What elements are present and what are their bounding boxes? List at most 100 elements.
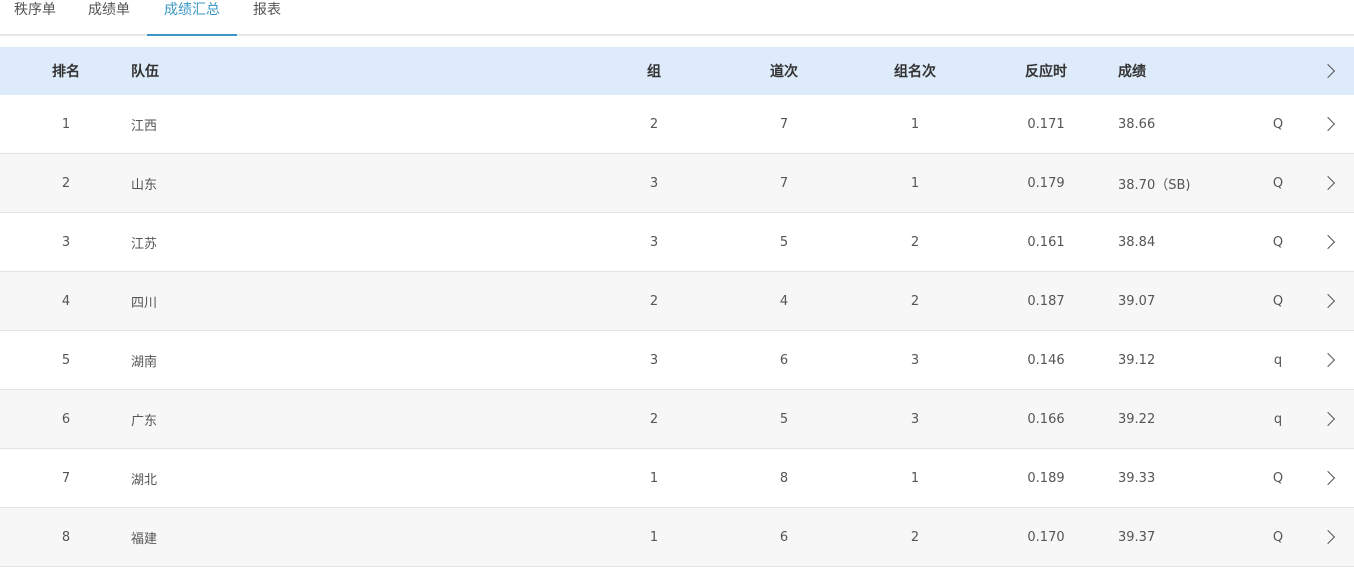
cell-team: 山东	[131, 177, 158, 193]
cell-qualifier: Q	[1272, 529, 1284, 545]
row-detail-button[interactable]	[1316, 272, 1344, 330]
table-row[interactable]: 6 广东 2 5 3 0.166 39.22 q	[0, 390, 1354, 449]
chevron-right-icon	[1320, 293, 1336, 309]
cell-reaction-time: 0.161	[1027, 234, 1065, 250]
cell-team: 四川	[131, 295, 158, 311]
cell-reaction-time: 0.189	[1027, 470, 1065, 486]
table-row[interactable]: 7 湖北 1 8 1 0.189 39.33 Q	[0, 449, 1354, 508]
row-detail-button[interactable]	[1316, 331, 1344, 389]
cell-lane: 5	[779, 411, 789, 427]
header-group-rank: 组名次	[894, 64, 936, 80]
tab-bar: 秩序单 成绩单 成绩汇总 报表	[0, 0, 1354, 36]
cell-group-rank: 3	[910, 411, 920, 427]
row-detail-button[interactable]	[1316, 508, 1344, 566]
cell-reaction-time: 0.146	[1027, 352, 1065, 368]
cell-group: 3	[649, 352, 659, 368]
tab-start-list[interactable]: 秩序单	[12, 0, 58, 36]
cell-rank: 8	[61, 529, 71, 545]
tab-result-summary[interactable]: 成绩汇总	[161, 0, 223, 36]
cell-team: 江西	[131, 118, 158, 134]
active-tab-indicator	[147, 34, 237, 36]
table-row[interactable]: 2 山东 3 7 1 0.179 38.70（SB) Q	[0, 154, 1354, 213]
chevron-right-icon	[1320, 352, 1336, 368]
cell-group-rank: 1	[910, 470, 920, 486]
cell-rank: 6	[61, 411, 71, 427]
header-expand-button[interactable]	[1316, 47, 1344, 95]
cell-reaction-time: 0.166	[1027, 411, 1065, 427]
cell-lane: 8	[779, 470, 789, 486]
cell-lane: 4	[779, 293, 789, 309]
cell-result: 39.07	[1118, 293, 1156, 309]
cell-qualifier: Q	[1272, 470, 1284, 486]
row-detail-button[interactable]	[1316, 154, 1344, 212]
table-row[interactable]: 3 江苏 3 5 2 0.161 38.84 Q	[0, 213, 1354, 272]
chevron-right-icon	[1320, 470, 1336, 486]
cell-reaction-time: 0.170	[1027, 529, 1065, 545]
cell-group: 2	[649, 293, 659, 309]
cell-result: 38.66	[1118, 116, 1156, 132]
results-table: 排名 队伍 组 道次 组名次 反应时 成绩 1 江西 2 7 1 0.171 3…	[0, 47, 1354, 567]
row-detail-button[interactable]	[1316, 213, 1344, 271]
header-lane: 道次	[770, 64, 798, 80]
chevron-right-icon	[1320, 234, 1336, 250]
cell-reaction-time: 0.171	[1027, 116, 1065, 132]
cell-group-rank: 3	[910, 352, 920, 368]
cell-group: 3	[649, 175, 659, 191]
tab-reports[interactable]: 报表	[251, 0, 283, 36]
cell-lane: 5	[779, 234, 789, 250]
cell-result: 38.70（SB)	[1118, 177, 1191, 193]
cell-group: 2	[649, 116, 659, 132]
cell-qualifier: Q	[1272, 293, 1284, 309]
cell-rank: 1	[61, 116, 71, 132]
cell-reaction-time: 0.179	[1027, 175, 1065, 191]
table-row[interactable]: 1 江西 2 7 1 0.171 38.66 Q	[0, 95, 1354, 154]
cell-lane: 6	[779, 352, 789, 368]
chevron-right-icon	[1320, 529, 1336, 545]
cell-group-rank: 2	[910, 234, 920, 250]
tab-result-list[interactable]: 成绩单	[86, 0, 132, 36]
cell-result: 39.22	[1118, 411, 1156, 427]
cell-group-rank: 1	[910, 116, 920, 132]
chevron-right-icon	[1320, 116, 1336, 132]
header-rank: 排名	[52, 64, 80, 80]
cell-team: 湖南	[131, 354, 158, 370]
cell-qualifier: Q	[1272, 234, 1284, 250]
cell-group: 3	[649, 234, 659, 250]
row-detail-button[interactable]	[1316, 390, 1344, 448]
chevron-right-icon	[1320, 411, 1336, 427]
cell-qualifier: q	[1273, 411, 1283, 427]
chevron-right-icon	[1320, 175, 1336, 191]
cell-group: 1	[649, 529, 659, 545]
table-row[interactable]: 4 四川 2 4 2 0.187 39.07 Q	[0, 272, 1354, 331]
cell-team: 福建	[131, 531, 158, 547]
chevron-right-icon	[1320, 63, 1336, 79]
cell-group: 2	[649, 411, 659, 427]
header-result: 成绩	[1118, 64, 1146, 80]
cell-rank: 5	[61, 352, 71, 368]
cell-result: 39.33	[1118, 470, 1156, 486]
cell-rank: 4	[61, 293, 71, 309]
cell-rank: 7	[61, 470, 71, 486]
row-detail-button[interactable]	[1316, 95, 1344, 153]
cell-reaction-time: 0.187	[1027, 293, 1065, 309]
cell-qualifier: q	[1273, 352, 1283, 368]
cell-qualifier: Q	[1272, 175, 1284, 191]
cell-result: 39.12	[1118, 352, 1156, 368]
cell-team: 江苏	[131, 236, 158, 252]
table-row[interactable]: 8 福建 1 6 2 0.170 39.37 Q	[0, 508, 1354, 567]
cell-result: 38.84	[1118, 234, 1156, 250]
cell-result: 39.37	[1118, 529, 1156, 545]
cell-team: 湖北	[131, 472, 158, 488]
cell-lane: 7	[779, 116, 789, 132]
table-row[interactable]: 5 湖南 3 6 3 0.146 39.12 q	[0, 331, 1354, 390]
header-group: 组	[647, 64, 661, 80]
results-page: 秩序单 成绩单 成绩汇总 报表 排名 队伍 组 道次 组名次 反应时 成绩 1 …	[0, 0, 1354, 567]
row-detail-button[interactable]	[1316, 449, 1344, 507]
cell-team: 广东	[131, 413, 158, 429]
cell-group: 1	[649, 470, 659, 486]
cell-group-rank: 1	[910, 175, 920, 191]
cell-qualifier: Q	[1272, 116, 1284, 132]
cell-group-rank: 2	[910, 529, 920, 545]
cell-rank: 2	[61, 175, 71, 191]
cell-group-rank: 2	[910, 293, 920, 309]
